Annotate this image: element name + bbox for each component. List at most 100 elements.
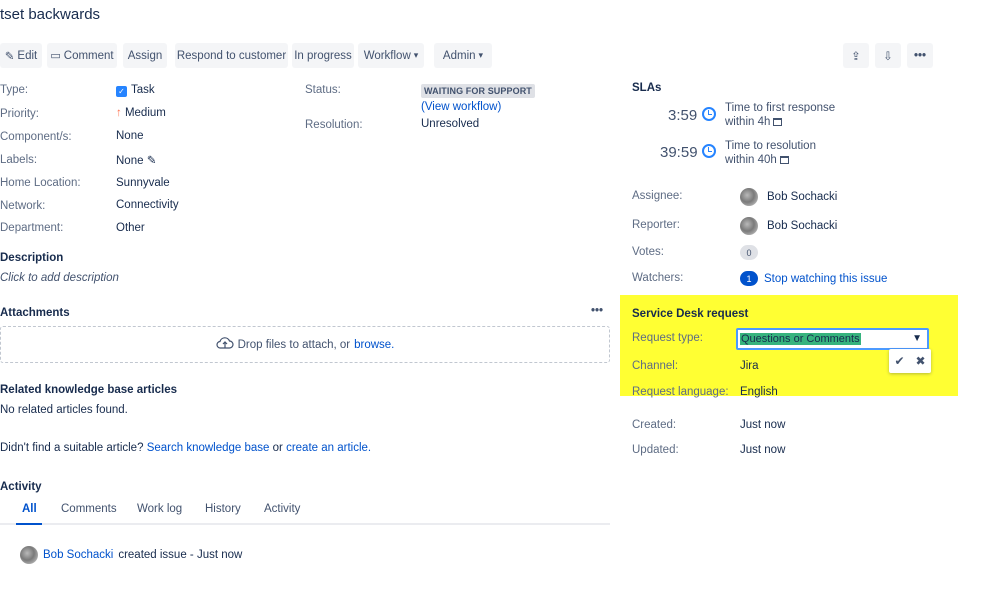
in-progress-button[interactable]: In progress <box>292 43 354 68</box>
stop-watching-link[interactable]: Stop watching this issue <box>764 273 887 285</box>
tab-comments[interactable]: Comments <box>61 503 117 515</box>
status-lozenge: WAITING FOR SUPPORT <box>421 84 535 98</box>
reporter-field[interactable]: Bob Sochacki <box>740 217 837 235</box>
network-label: Network: <box>0 200 46 212</box>
browse-link[interactable]: browse. <box>354 339 394 351</box>
assignee-field[interactable]: Bob Sochacki <box>740 188 837 206</box>
view-workflow-link[interactable]: (View workflow) <box>421 101 501 113</box>
request-type-label: Request type: <box>632 332 703 344</box>
close-icon: ✖ <box>915 354 926 368</box>
activity-entry: Bob Sochacki created issue - Just now <box>20 546 242 564</box>
edit-button[interactable]: ✎ Edit <box>0 43 42 68</box>
confirm-button[interactable]: ✔ <box>889 349 910 373</box>
share-icon: ⇪ <box>851 50 861 63</box>
assign-button[interactable]: Assign <box>123 43 167 68</box>
labels-value[interactable]: None ✎ <box>116 153 156 167</box>
tab-work-log[interactable]: Work log <box>137 503 182 515</box>
labels-label: Labels: <box>0 154 38 166</box>
pencil-icon: ✎ <box>4 50 15 63</box>
resolution-label: Resolution: <box>305 119 363 131</box>
more-icon: ••• <box>913 49 927 62</box>
attachments-heading: Attachments <box>0 307 70 319</box>
description-field[interactable]: Click to add description <box>0 272 119 284</box>
request-type-select[interactable]: Questions or Comments ▼ <box>736 328 929 350</box>
channel-value: Jira <box>740 360 759 372</box>
chevron-down-icon: ▾ <box>413 50 419 60</box>
status-label: Status: <box>305 84 341 96</box>
cancel-button[interactable]: ✖ <box>910 349 931 373</box>
share-button[interactable]: ⇪ <box>843 43 869 68</box>
watchers-count[interactable]: 1 <box>740 271 758 286</box>
admin-dropdown[interactable]: Admin ▾ <box>434 43 492 68</box>
votes-label: Votes: <box>632 246 664 258</box>
department-value[interactable]: Other <box>116 222 145 234</box>
sla-item: Time to resolution within 40h <box>725 140 816 166</box>
description-heading: Description <box>0 252 64 264</box>
priority-value[interactable]: ↑ Medium <box>116 107 166 119</box>
clock-icon <box>702 144 716 161</box>
create-article-link[interactable]: create an article. <box>286 442 371 454</box>
arrow-up-icon: ↑ <box>116 107 122 119</box>
home-location-value[interactable]: Sunnyvale <box>116 177 170 189</box>
sla-item: Time to first response within 4h <box>725 102 836 128</box>
activity-heading: Activity <box>0 481 42 493</box>
activity-user-link[interactable]: Bob Sochacki <box>43 549 113 561</box>
department-label: Department: <box>0 222 64 234</box>
tab-history[interactable]: History <box>205 503 241 515</box>
respond-to-customer-button[interactable]: Respond to customer <box>175 43 288 68</box>
type-label: Type: <box>0 84 29 96</box>
active-tab-indicator <box>16 523 42 525</box>
components-value[interactable]: None <box>116 130 144 142</box>
sla-time: 3:59 <box>668 107 698 124</box>
attachments-more-icon[interactable]: ••• <box>591 305 603 317</box>
updated-value: Just now <box>740 444 786 456</box>
check-icon: ✔ <box>894 354 905 368</box>
priority-label: Priority: <box>0 108 39 120</box>
avatar <box>740 188 758 206</box>
updated-label: Updated: <box>632 444 679 456</box>
slas-heading: SLAs <box>632 82 662 94</box>
channel-label: Channel: <box>632 360 679 372</box>
avatar <box>740 217 758 235</box>
watchers-field: 1 Stop watching this issue <box>740 271 887 286</box>
workflow-dropdown[interactable]: Workflow ▾ <box>358 43 424 68</box>
issue-title: tset backwards <box>0 6 101 23</box>
kb-prompt: Didn't find a suitable article? Search k… <box>0 442 372 454</box>
home-location-label: Home Location: <box>0 177 81 189</box>
calendar-icon <box>779 156 789 164</box>
resolution-value: Unresolved <box>421 118 480 130</box>
cloud-upload-icon <box>216 336 234 353</box>
request-type-selected-value: Questions or Comments <box>740 333 861 345</box>
votes-badge[interactable]: 0 <box>740 245 758 260</box>
kb-heading: Related knowledge base articles <box>0 384 178 396</box>
request-language-label: Request language: <box>632 386 729 398</box>
activity-tabs: All Comments Work log History Activity <box>0 503 610 525</box>
created-label: Created: <box>632 419 677 431</box>
chevron-down-icon: ▾ <box>478 50 484 60</box>
attachment-dropzone[interactable]: Drop files to attach, or browse. <box>0 326 610 363</box>
created-value: Just now <box>740 419 786 431</box>
service-desk-heading: Service Desk request <box>632 308 749 320</box>
inline-edit-actions: ✔ ✖ <box>889 349 931 373</box>
pencil-icon[interactable]: ✎ <box>147 155 157 167</box>
export-button[interactable]: ⇩ <box>875 43 901 68</box>
network-value[interactable]: Connectivity <box>116 199 179 211</box>
calendar-icon <box>773 118 783 126</box>
request-language-value[interactable]: English <box>740 386 778 398</box>
chevron-down-icon[interactable]: ▼ <box>912 333 922 344</box>
avatar[interactable] <box>20 546 38 564</box>
tab-activity[interactable]: Activity <box>264 503 300 515</box>
assignee-label: Assignee: <box>632 190 683 202</box>
task-icon: ✓ <box>116 86 127 97</box>
tab-all[interactable]: All <box>22 503 37 515</box>
export-icon: ⇩ <box>883 50 893 63</box>
speech-bubble-icon: ▭ <box>50 50 61 62</box>
more-actions-button[interactable]: ••• <box>907 43 933 68</box>
type-value[interactable]: ✓ Task <box>116 84 155 97</box>
kb-empty-text: No related articles found. <box>0 404 128 416</box>
reporter-label: Reporter: <box>632 219 680 231</box>
components-label: Component/s: <box>0 131 72 143</box>
comment-button[interactable]: ▭ Comment <box>47 43 117 68</box>
watchers-label: Watchers: <box>632 272 684 284</box>
search-kb-link[interactable]: Search knowledge base <box>147 442 270 454</box>
